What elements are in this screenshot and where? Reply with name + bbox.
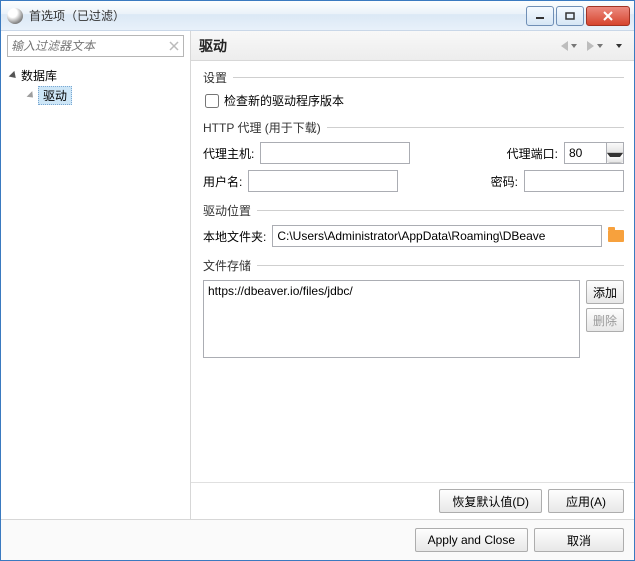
clear-filter-icon[interactable]: [168, 39, 180, 53]
proxy-port-label: 代理端口:: [507, 145, 558, 162]
page-title: 驱动: [199, 36, 555, 56]
proxy-port-input[interactable]: [564, 142, 606, 164]
nav-back-button[interactable]: [557, 38, 581, 54]
nav-forward-button[interactable]: [583, 38, 607, 54]
proxy-port-stepper[interactable]: [564, 142, 624, 164]
proxy-host-label: 代理主机:: [203, 145, 254, 162]
group-caption-settings: 设置: [203, 69, 227, 86]
tree-item-database[interactable]: 数据库: [11, 65, 190, 85]
chevron-up-icon: [607, 143, 623, 153]
proxy-user-label: 用户名:: [203, 173, 242, 190]
cancel-button[interactable]: 取消: [534, 528, 624, 552]
remove-button[interactable]: 删除: [586, 308, 624, 332]
check-new-versions[interactable]: 检查新的驱动程序版本: [205, 92, 624, 109]
close-button[interactable]: [586, 6, 630, 26]
chevron-down-icon: [616, 44, 622, 48]
titlebar: 首选项（已过滤）: [1, 1, 634, 31]
proxy-pass-input[interactable]: [524, 170, 624, 192]
tree-item-label: 数据库: [21, 67, 57, 84]
spin-up-button[interactable]: [607, 143, 623, 153]
tree: 数据库 驱动: [1, 63, 190, 105]
view-menu-button[interactable]: [609, 41, 626, 51]
apply-close-button[interactable]: Apply and Close: [415, 528, 528, 552]
filter-input[interactable]: [11, 39, 168, 53]
group-caption-storage: 文件存储: [203, 257, 251, 274]
sidebar: 数据库 驱动: [1, 31, 191, 519]
app-icon: [7, 8, 23, 24]
filter-box[interactable]: [7, 35, 184, 57]
dialog-footer: Apply and Close 取消: [1, 519, 634, 560]
list-item[interactable]: https://dbeaver.io/files/jdbc/: [208, 284, 575, 298]
apply-button[interactable]: 应用(A): [548, 489, 624, 513]
add-button[interactable]: 添加: [586, 280, 624, 304]
tree-item-label: 驱动: [38, 86, 72, 105]
window-title: 首选项（已过滤）: [29, 7, 524, 24]
tree-leaf-icon: [27, 91, 36, 100]
content-header: 驱动: [191, 31, 634, 61]
proxy-pass-label: 密码:: [491, 173, 518, 190]
group-caption-location: 驱动位置: [203, 202, 251, 219]
minimize-button[interactable]: [526, 6, 554, 26]
check-new-versions-checkbox[interactable]: [205, 94, 219, 108]
chevron-down-icon: [571, 44, 577, 48]
page-footer: 恢复默认值(D) 应用(A): [191, 482, 634, 519]
tree-item-drivers[interactable]: 驱动: [29, 85, 190, 105]
spin-down-button[interactable]: [607, 153, 623, 163]
storage-list[interactable]: https://dbeaver.io/files/jdbc/: [203, 280, 580, 358]
chevron-down-icon: [607, 153, 623, 163]
maximize-button[interactable]: [556, 6, 584, 26]
proxy-user-input[interactable]: [248, 170, 398, 192]
local-folder-input[interactable]: [272, 225, 602, 247]
tree-expand-icon[interactable]: [9, 71, 19, 81]
chevron-down-icon: [597, 44, 603, 48]
local-folder-label: 本地文件夹:: [203, 228, 266, 245]
restore-defaults-button[interactable]: 恢复默认值(D): [439, 489, 542, 513]
group-caption-proxy: HTTP 代理 (用于下载): [203, 119, 321, 136]
check-new-versions-label: 检查新的驱动程序版本: [224, 92, 344, 109]
proxy-host-input[interactable]: [260, 142, 410, 164]
folder-icon[interactable]: [608, 230, 624, 242]
